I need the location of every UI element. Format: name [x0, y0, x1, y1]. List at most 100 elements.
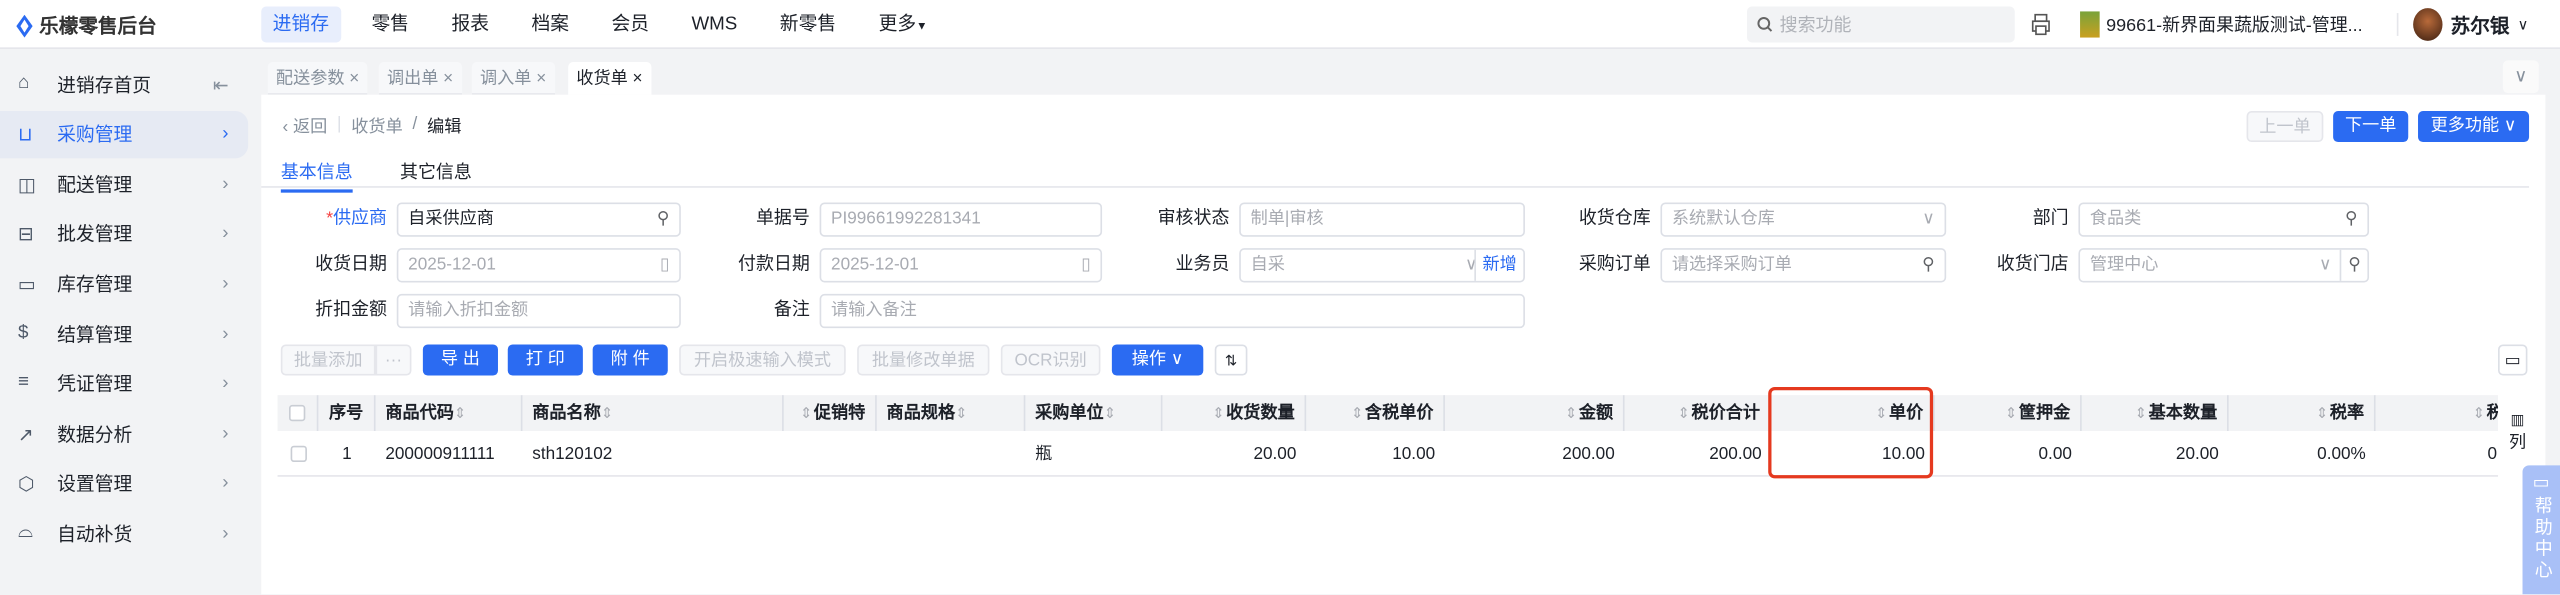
- tab-other-info[interactable]: 其它信息: [400, 158, 472, 184]
- search-icon[interactable]: ⚲: [2345, 204, 2358, 235]
- close-icon[interactable]: ×: [349, 69, 359, 89]
- nav-member[interactable]: 会员: [600, 7, 660, 43]
- nav-new-retail[interactable]: 新零售: [768, 7, 847, 43]
- chevron-down-icon: ∨: [2514, 66, 2528, 87]
- tab-transfer-in[interactable]: 调入单 ×: [471, 62, 555, 95]
- nav-jinxiaocun[interactable]: 进销存: [261, 6, 341, 43]
- sort-icon[interactable]: ⇕: [800, 405, 812, 421]
- row-checkbox[interactable]: [289, 446, 307, 463]
- department-field[interactable]: 食品类 ⚲: [2078, 202, 2370, 237]
- sort-icon[interactable]: ⇕: [1565, 405, 1577, 421]
- column-header: 序号: [318, 395, 376, 432]
- column-header: ⇕ 收货数量: [1162, 395, 1307, 432]
- sort-icon[interactable]: ⇕: [955, 405, 967, 421]
- sidebar-item-5[interactable]: $ 结算管理 ›: [0, 310, 248, 357]
- tab-delivery-params[interactable]: 配送参数 ×: [267, 62, 368, 95]
- required-mark: *: [326, 208, 334, 229]
- label-text: 付款日期: [737, 254, 810, 275]
- warehouse-field[interactable]: 系统默认仓库 ∨: [1660, 202, 1947, 237]
- row-checkbox-cell[interactable]: [278, 431, 319, 475]
- sort-icon[interactable]: ⇕: [1212, 405, 1224, 421]
- back-link[interactable]: ‹ 返回: [282, 114, 327, 138]
- close-icon[interactable]: ×: [443, 69, 453, 89]
- sort-icon[interactable]: ⇕: [2005, 405, 2017, 421]
- search-icon[interactable]: ⚲: [2340, 249, 2361, 281]
- sidebar-item-4[interactable]: ▭ 库存管理 ›: [0, 260, 248, 307]
- salesman-field[interactable]: 自采 ∨ 新增: [1239, 248, 1525, 283]
- archive-icon[interactable]: ▭: [2498, 344, 2528, 376]
- sort-icon[interactable]: ⇕: [2316, 405, 2328, 421]
- nav-wms[interactable]: WMS: [680, 7, 749, 43]
- search-icon[interactable]: ⚲: [1922, 250, 1935, 281]
- sidebar-item-1[interactable]: ⊔ 采购管理 ›: [0, 110, 249, 158]
- tabs-dropdown-button[interactable]: ∨: [2502, 60, 2539, 94]
- export-button[interactable]: 导 出: [422, 344, 498, 376]
- attachment-button[interactable]: 附 件: [592, 344, 668, 376]
- calendar-icon[interactable]: ▯: [660, 250, 669, 281]
- sidebar-item-7[interactable]: ↗ 数据分析 ›: [0, 410, 248, 457]
- tab-basic-info[interactable]: 基本信息: [280, 158, 353, 193]
- ocr-button[interactable]: OCR识别: [1000, 344, 1101, 376]
- close-icon[interactable]: ×: [536, 69, 546, 89]
- add-salesman-link[interactable]: 新增: [1474, 249, 1517, 281]
- prev-order-button[interactable]: 上一单: [2246, 111, 2324, 143]
- breadcrumb-parent[interactable]: 收货单: [351, 114, 402, 138]
- user-menu[interactable]: 苏尔银 ∨: [2413, 8, 2528, 41]
- tab-receipt[interactable]: 收货单 ×: [568, 62, 651, 95]
- sort-icon[interactable]: ⇅: [1214, 344, 1248, 376]
- remark-field[interactable]: 请输入备注: [819, 293, 1525, 329]
- receive-date-field[interactable]: 2025-12-01 ▯: [396, 248, 681, 283]
- sidebar-item-9[interactable]: ⌓ 自动补货 ›: [0, 510, 248, 557]
- cell-value: 0.00: [2038, 444, 2072, 464]
- nav-retail[interactable]: 零售: [360, 7, 420, 43]
- sidebar-item-2[interactable]: ◫ 配送管理 ›: [0, 160, 248, 207]
- supplier-field[interactable]: 自采供应商 ⚲: [396, 202, 681, 237]
- printer-icon[interactable]: [2031, 13, 2051, 36]
- collapse-sidebar-icon[interactable]: ⇤: [213, 73, 229, 96]
- batch-add-more-button[interactable]: ···: [375, 344, 412, 376]
- calendar-icon[interactable]: ▯: [1081, 250, 1090, 281]
- columns-icon: ▥: [2510, 411, 2525, 428]
- nav-more[interactable]: 更多▼: [867, 7, 939, 43]
- store-selector[interactable]: 99661-新界面果蔬版测试-管理...: [2080, 11, 2363, 38]
- next-order-button[interactable]: 下一单: [2333, 111, 2409, 143]
- sidebar-item-8[interactable]: ⬡ 设置管理 ›: [0, 460, 248, 507]
- batch-add-button[interactable]: 批量添加: [280, 344, 376, 376]
- audit-status-field[interactable]: 制单|审核: [1239, 202, 1525, 237]
- discount-field[interactable]: 请输入折扣金额: [396, 293, 681, 329]
- sort-icon[interactable]: ⇕: [2135, 405, 2147, 421]
- logo-icon: [16, 13, 33, 37]
- table-row[interactable]: 1 200000911111 sth120102 瓶 20.00 10.00 200.00 2…: [277, 431, 2499, 477]
- sidebar-item-6[interactable]: ≡ 凭证管理 ›: [0, 360, 248, 407]
- sort-icon[interactable]: ⇕: [1104, 405, 1116, 421]
- column-header: ⇕ 税价合计: [1625, 395, 1772, 432]
- sort-icon[interactable]: ⇕: [1351, 405, 1363, 421]
- print-button[interactable]: 打 印: [507, 344, 583, 376]
- sort-icon[interactable]: ⇕: [601, 405, 613, 421]
- help-center-button[interactable]: ▭ 帮助中心: [2522, 465, 2560, 595]
- select-all-checkbox[interactable]: [288, 405, 306, 422]
- receive-store-field[interactable]: 管理中心 ∨ ⚲: [2078, 248, 2370, 283]
- app-logo[interactable]: 乐檬零售后台: [16, 11, 157, 39]
- pay-date-field[interactable]: 2025-12-01 ▯: [819, 248, 1103, 283]
- nav-archive[interactable]: 档案: [520, 7, 580, 43]
- sort-icon[interactable]: ⇕: [1678, 405, 1690, 421]
- function-search[interactable]: 搜索功能: [1746, 6, 2015, 43]
- close-icon[interactable]: ×: [633, 69, 643, 89]
- sort-icon[interactable]: ⇕: [2473, 405, 2485, 421]
- search-icon[interactable]: ⚲: [657, 204, 670, 235]
- purchase-order-field[interactable]: 请选择采购订单 ⚲: [1660, 248, 1947, 283]
- tab-transfer-out[interactable]: 调出单 ×: [378, 62, 462, 95]
- doc-no-field[interactable]: PI99661992281341: [819, 202, 1103, 237]
- operate-button[interactable]: 操作 ∨: [1111, 344, 1204, 376]
- fast-input-mode-button[interactable]: 开启极速输入模式: [679, 344, 846, 376]
- more-functions-button[interactable]: 更多功能 ∨: [2418, 111, 2530, 143]
- field-text: 自采供应商: [408, 208, 494, 229]
- header-checkbox[interactable]: [278, 395, 319, 432]
- batch-edit-button[interactable]: 批量修改单据: [857, 344, 990, 376]
- nav-reports[interactable]: 报表: [440, 7, 500, 43]
- sort-icon[interactable]: ⇕: [454, 405, 466, 421]
- sidebar-item-3[interactable]: ⊟ 批发管理 ›: [0, 210, 248, 257]
- sidebar-item-0[interactable]: ⌂ 进销存首页 ⇤: [0, 60, 248, 107]
- column-settings-button[interactable]: ▥ 列: [2501, 408, 2534, 454]
